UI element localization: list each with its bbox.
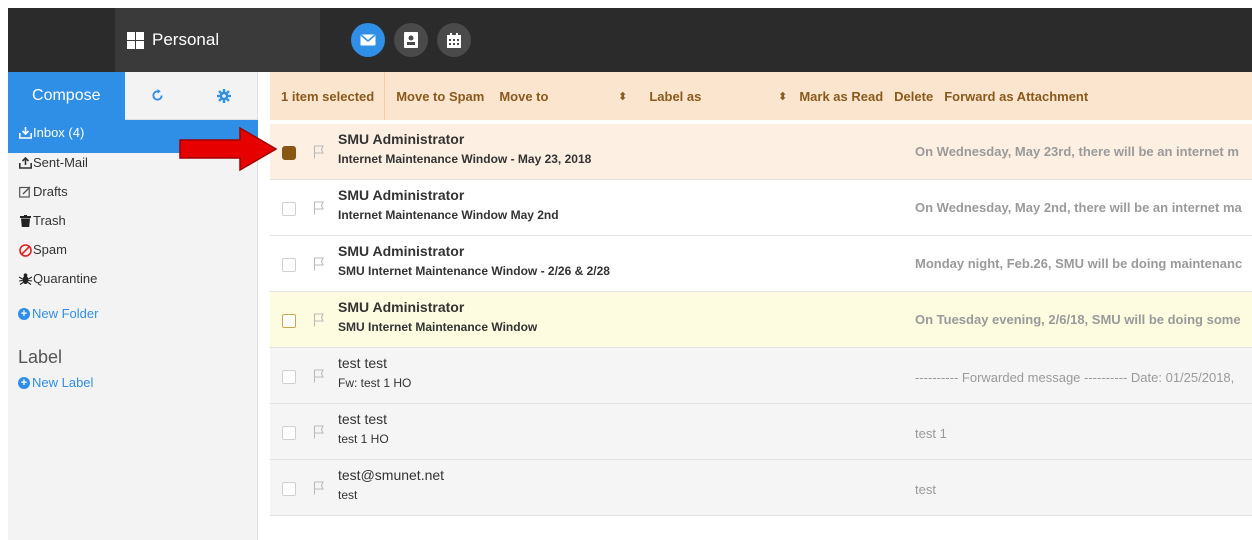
flag-icon[interactable] <box>313 201 325 215</box>
message-subject: Fw: test 1 HO <box>338 376 412 390</box>
message-row[interactable]: SMU Administrator Internet Maintenance W… <box>270 180 1252 236</box>
message-checkbox[interactable] <box>282 202 296 216</box>
message-checkbox[interactable] <box>282 314 296 328</box>
flag-icon[interactable] <box>313 369 325 383</box>
compose-button[interactable]: Compose <box>8 72 125 120</box>
label-as-select[interactable]: Label as ⬍ <box>641 72 799 120</box>
message-preview: On Tuesday evening, 2/6/18, SMU will be … <box>915 312 1241 327</box>
folder-label: Spam <box>33 242 67 257</box>
mail-app-button[interactable] <box>351 23 385 57</box>
message-checkbox[interactable] <box>282 370 296 384</box>
message-sender: SMU Administrator <box>338 131 465 147</box>
message-list: SMU Administrator Internet Maintenance W… <box>270 124 1252 516</box>
folder-spam[interactable]: Spam <box>8 240 257 269</box>
message-checkbox[interactable] <box>282 146 296 160</box>
drafts-icon <box>18 185 32 199</box>
flag-icon[interactable] <box>313 425 325 439</box>
new-label-link[interactable]: + New Label <box>8 375 257 390</box>
message-row[interactable]: SMU Administrator Internet Maintenance W… <box>270 124 1252 180</box>
inbox-icon <box>18 126 32 140</box>
message-preview: On Wednesday, May 23rd, there will be an… <box>915 144 1239 159</box>
message-preview: test 1 <box>915 426 947 441</box>
new-folder-link[interactable]: + New Folder <box>8 306 257 321</box>
refresh-icon <box>152 89 163 101</box>
message-row[interactable]: test test test 1 HO test 1 <box>270 404 1252 460</box>
message-preview: Monday night, Feb.26, SMU will be doing … <box>915 256 1243 271</box>
move-to-select[interactable]: Move to ⬍ <box>495 72 641 120</box>
mark-as-read-button[interactable]: Mark as Read <box>799 72 894 120</box>
quarantine-icon <box>18 272 32 286</box>
new-label-label: New Label <box>32 375 94 390</box>
message-sender: SMU Administrator <box>338 187 465 203</box>
sent-icon <box>18 156 32 170</box>
message-sender: test@smunet.net <box>338 467 445 483</box>
plus-circle-icon: + <box>18 376 30 389</box>
folder-drafts[interactable]: Drafts <box>8 182 257 211</box>
message-subject: test 1 HO <box>338 432 389 446</box>
message-toolbar: 1 item selected Move to Spam Move to ⬍ L… <box>270 72 1252 120</box>
mail-icon <box>360 34 376 46</box>
red-arrow-annotation <box>179 126 278 172</box>
message-subject: Internet Maintenance Window May 2nd <box>338 208 559 222</box>
folder-label: Trash <box>33 213 66 228</box>
message-checkbox[interactable] <box>282 258 296 272</box>
message-row[interactable]: SMU Administrator SMU Internet Maintenan… <box>270 236 1252 292</box>
select-arrows-icon: ⬍ <box>618 90 628 103</box>
plus-circle-icon: + <box>18 307 30 320</box>
selected-count: 1 item selected <box>270 72 386 120</box>
gear-icon <box>217 88 232 103</box>
contacts-icon <box>404 32 418 48</box>
calendar-app-button[interactable] <box>437 23 471 57</box>
message-row[interactable]: test test Fw: test 1 HO ---------- Forwa… <box>270 348 1252 404</box>
account-name: Personal <box>152 30 220 49</box>
new-folder-label: New Folder <box>32 306 99 321</box>
message-preview: On Wednesday, May 2nd, there will be an … <box>915 200 1242 215</box>
app-switcher <box>351 23 471 57</box>
message-subject: SMU Internet Maintenance Window - 2/26 &… <box>338 264 610 278</box>
message-subject: Internet Maintenance Window - May 23, 20… <box>338 152 592 166</box>
message-subject: test <box>338 488 358 502</box>
flag-icon[interactable] <box>313 257 325 271</box>
message-sender: SMU Administrator <box>338 243 465 259</box>
windows-logo-icon <box>127 31 144 49</box>
settings-button[interactable] <box>191 72 257 120</box>
refresh-button[interactable] <box>124 72 192 120</box>
message-sender: SMU Administrator <box>338 299 465 315</box>
folder-label: Sent-Mail <box>33 155 88 170</box>
forward-as-attachment-button[interactable]: Forward as Attachment <box>944 72 1099 120</box>
message-sender: test test <box>338 411 388 427</box>
message-preview: ---------- Forwarded message ---------- … <box>915 370 1235 385</box>
folder-trash[interactable]: Trash <box>8 211 257 240</box>
label-heading: Label <box>18 347 63 367</box>
folder-label: Inbox (4) <box>33 125 85 140</box>
flag-icon[interactable] <box>313 145 325 159</box>
folder-label: Drafts <box>33 184 68 199</box>
message-checkbox[interactable] <box>282 482 296 496</box>
top-bar: Personal <box>8 8 1252 72</box>
message-preview: test <box>915 482 936 497</box>
label-as-label: Label as <box>649 88 702 104</box>
folder-quarantine[interactable]: Quarantine <box>8 269 257 298</box>
delete-button[interactable]: Delete <box>894 72 944 120</box>
message-checkbox[interactable] <box>282 426 296 440</box>
contacts-app-button[interactable] <box>394 23 428 57</box>
account-switcher[interactable]: Personal <box>115 8 320 72</box>
message-row[interactable]: test@smunet.net test test <box>270 460 1252 516</box>
message-row[interactable]: SMU Administrator SMU Internet Maintenan… <box>270 292 1252 348</box>
move-to-spam-button[interactable]: Move to Spam <box>385 72 495 120</box>
message-subject: SMU Internet Maintenance Window <box>338 320 538 334</box>
spam-icon <box>18 243 32 257</box>
select-arrows-icon: ⬍ <box>778 90 788 103</box>
flag-icon[interactable] <box>313 481 325 495</box>
move-to-label: Move to <box>499 88 549 104</box>
folder-label: Quarantine <box>33 271 98 286</box>
flag-icon[interactable] <box>313 313 325 327</box>
trash-icon <box>18 214 32 228</box>
calendar-icon <box>447 32 461 48</box>
sidebar-toolbar: Compose <box>8 72 257 120</box>
message-sender: test test <box>338 355 388 371</box>
